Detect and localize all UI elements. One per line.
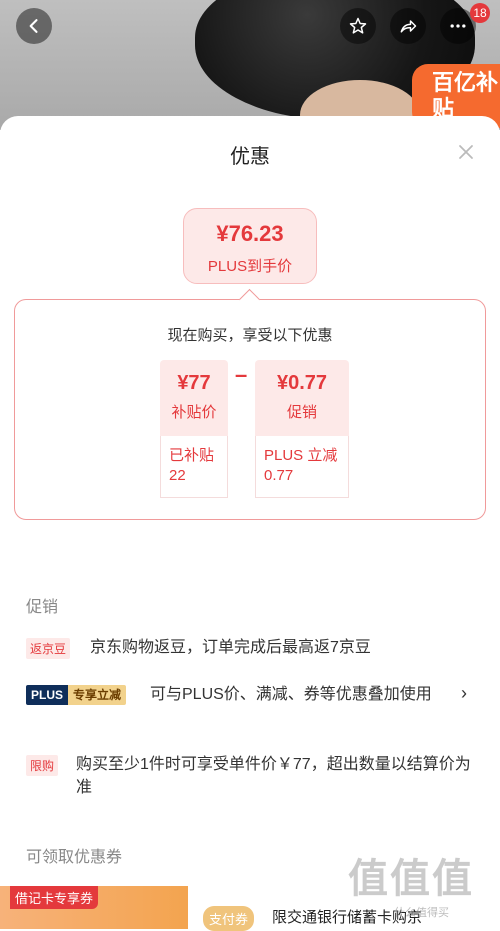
promo-item-jingdou[interactable]: 返京豆 京东购物返豆，订单完成后最高返7京豆	[26, 636, 476, 666]
share-button[interactable]	[390, 8, 426, 44]
plus-tag-left: PLUS	[26, 685, 69, 705]
plus-tag: PLUS 专享立减	[26, 685, 127, 705]
promotion-detail-line1: PLUS 立减	[264, 447, 338, 464]
promotion-detail-line2: 0.77	[264, 467, 294, 484]
debit-card-coupon-tag: 借记卡专享券	[10, 886, 99, 909]
promo-item-limit[interactable]: 限购 购买至少1件时可享受单件价￥77，超出数量以结算价为准	[26, 753, 476, 803]
subsidy-price-label: 补贴价	[171, 404, 217, 421]
plus-price-bubble: ¥76.23 PLUS到手价	[183, 208, 317, 284]
promotion-value: ¥0.77	[276, 372, 328, 394]
pay-coupon-chip: 支付券	[203, 906, 255, 931]
chevron-left-icon	[29, 19, 38, 33]
chevron-right-icon: ›	[461, 683, 467, 703]
subsidy-card-top: ¥77 补贴价	[160, 360, 228, 436]
promotion-detail: PLUS 立减 0.77	[255, 436, 349, 498]
limit-text: 购买至少1件时可享受单件价￥77，超出数量以结算价为准	[76, 756, 471, 796]
subsidy-detail-line2: 22	[169, 467, 186, 484]
subsidy-detail-line1: 已补贴	[169, 447, 215, 464]
coupons-section-label: 可领取优惠券	[26, 849, 123, 866]
close-button[interactable]	[456, 142, 476, 162]
promotion-label: 促销	[286, 404, 317, 421]
subsidy-card: ¥77 补贴价 已补贴 22	[160, 360, 228, 498]
message-count-badge: 18	[470, 3, 490, 23]
promotion-card: ¥0.77 促销 PLUS 立减 0.77	[255, 360, 349, 498]
discount-breakdown-title: 现在购买，享受以下优惠	[167, 327, 333, 344]
star-icon	[349, 17, 367, 34]
promotion-card-top: ¥0.77 促销	[255, 360, 349, 436]
limit-tag: 限购	[26, 755, 59, 776]
close-icon	[459, 145, 473, 159]
plus-text: 可与PLUS价、满减、券等优惠叠加使用	[150, 686, 432, 703]
plus-price: ¥76.23	[216, 221, 284, 246]
promo-item-plus[interactable]: PLUS 专享立减 可与PLUS价、满减、券等优惠叠加使用 ›	[26, 683, 476, 733]
plus-tag-right: 专享立减	[68, 685, 127, 705]
discount-breakdown: 现在购买，享受以下优惠 ¥77 补贴价 已补贴 22 – ¥0.77 促销 PL…	[14, 299, 486, 520]
watermark-text: 什么值得买	[394, 907, 449, 919]
jingdou-tag: 返京豆	[26, 638, 71, 659]
more-dots-icon	[450, 24, 466, 28]
favorite-button[interactable]	[340, 8, 376, 44]
sheet-title: 优惠	[230, 146, 270, 168]
back-button[interactable]	[16, 8, 52, 44]
discount-sheet: 优惠 ¥76.23 PLUS到手价 现在购买，享受以下优惠 ¥77 补贴价 已补…	[0, 116, 500, 931]
promotions-section-label: 促销	[26, 599, 59, 616]
minus-sign: –	[235, 362, 248, 387]
subsidy-price: ¥77	[177, 372, 211, 394]
plus-price-label: PLUS到手价	[207, 258, 293, 275]
subsidy-detail: 已补贴 22	[160, 436, 228, 498]
jingdou-text: 京东购物返豆，订单完成后最高返7京豆	[90, 639, 371, 656]
share-icon	[400, 20, 417, 33]
